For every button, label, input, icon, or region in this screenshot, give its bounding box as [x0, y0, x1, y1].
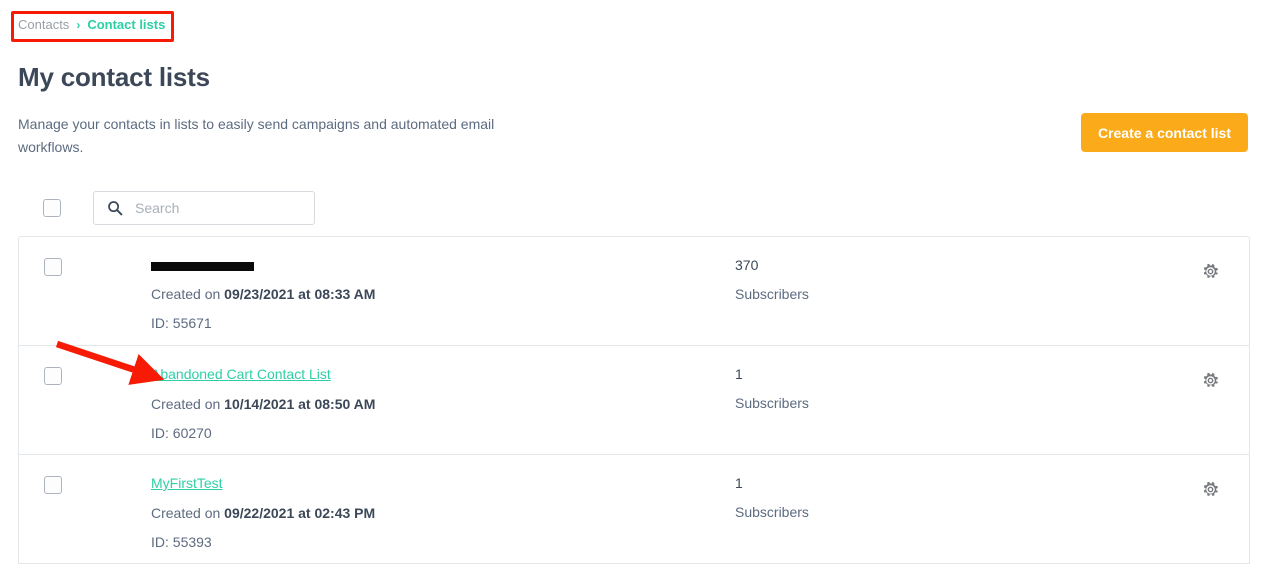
page-description: Manage your contacts in lists to easily … [18, 116, 495, 155]
row-select-checkbox[interactable] [44, 258, 62, 276]
created-value: 09/22/2021 at 02:43 PM [224, 505, 376, 521]
gear-icon[interactable] [1202, 372, 1219, 389]
created-value: 09/23/2021 at 08:33 AM [224, 286, 376, 302]
gear-icon[interactable] [1202, 481, 1219, 498]
created-prefix: Created on [151, 505, 225, 521]
created-value: 10/14/2021 at 08:50 AM [224, 396, 376, 412]
row-subscribers: 1 Subscribers [735, 365, 955, 412]
list-toolbar [18, 188, 1250, 228]
subscribers-label: Subscribers [735, 286, 809, 302]
row-subscribers: 370 Subscribers [735, 256, 955, 303]
page-title: My contact lists [18, 62, 210, 92]
select-all-checkbox[interactable] [43, 199, 61, 217]
contact-list-name-link[interactable] [151, 262, 254, 272]
row-subscribers: 1 Subscribers [735, 474, 955, 521]
row-list-id: ID: 55393 [151, 534, 212, 550]
row-details: MyFirstTest Created on 09/22/2021 at 02:… [151, 474, 711, 551]
table-row[interactable]: MyFirstTest Created on 09/22/2021 at 02:… [19, 455, 1249, 564]
row-list-id: ID: 55671 [151, 315, 212, 331]
gear-icon[interactable] [1202, 263, 1219, 280]
row-select-checkbox[interactable] [44, 367, 62, 385]
table-row[interactable]: Created on 09/23/2021 at 08:33 AM ID: 55… [19, 237, 1249, 346]
subscribers-count: 1 [735, 475, 743, 491]
row-details: Abandoned Cart Contact List Created on 1… [151, 365, 711, 442]
table-row[interactable]: Abandoned Cart Contact List Created on 1… [19, 346, 1249, 455]
row-list-id: ID: 60270 [151, 425, 212, 441]
contact-list-name-link[interactable]: MyFirstTest [151, 474, 223, 492]
search-input[interactable] [93, 191, 315, 225]
row-created-date: Created on 10/14/2021 at 08:50 AM [151, 395, 711, 413]
search-field-wrapper [93, 191, 315, 225]
create-contact-list-button[interactable]: Create a contact list [1080, 113, 1248, 152]
breadcrumb-item-contacts[interactable]: Contacts [18, 17, 69, 33]
row-created-date: Created on 09/23/2021 at 08:33 AM [151, 285, 711, 303]
contact-lists-table: Created on 09/23/2021 at 08:33 AM ID: 55… [18, 236, 1250, 564]
breadcrumb: Contacts › Contact lists [18, 17, 165, 33]
contact-list-name-link[interactable]: Abandoned Cart Contact List [151, 365, 331, 383]
subscribers-count: 1 [735, 366, 743, 382]
subscribers-count: 370 [735, 257, 759, 273]
created-prefix: Created on [151, 286, 225, 302]
breadcrumb-item-contact-lists[interactable]: Contact lists [87, 17, 165, 33]
row-details: Created on 09/23/2021 at 08:33 AM ID: 55… [151, 256, 711, 332]
subscribers-label: Subscribers [735, 395, 809, 411]
subscribers-label: Subscribers [735, 504, 809, 520]
created-prefix: Created on [151, 396, 225, 412]
row-select-checkbox[interactable] [44, 476, 62, 494]
chevron-right-icon: › [76, 18, 81, 32]
row-created-date: Created on 09/22/2021 at 02:43 PM [151, 504, 711, 522]
